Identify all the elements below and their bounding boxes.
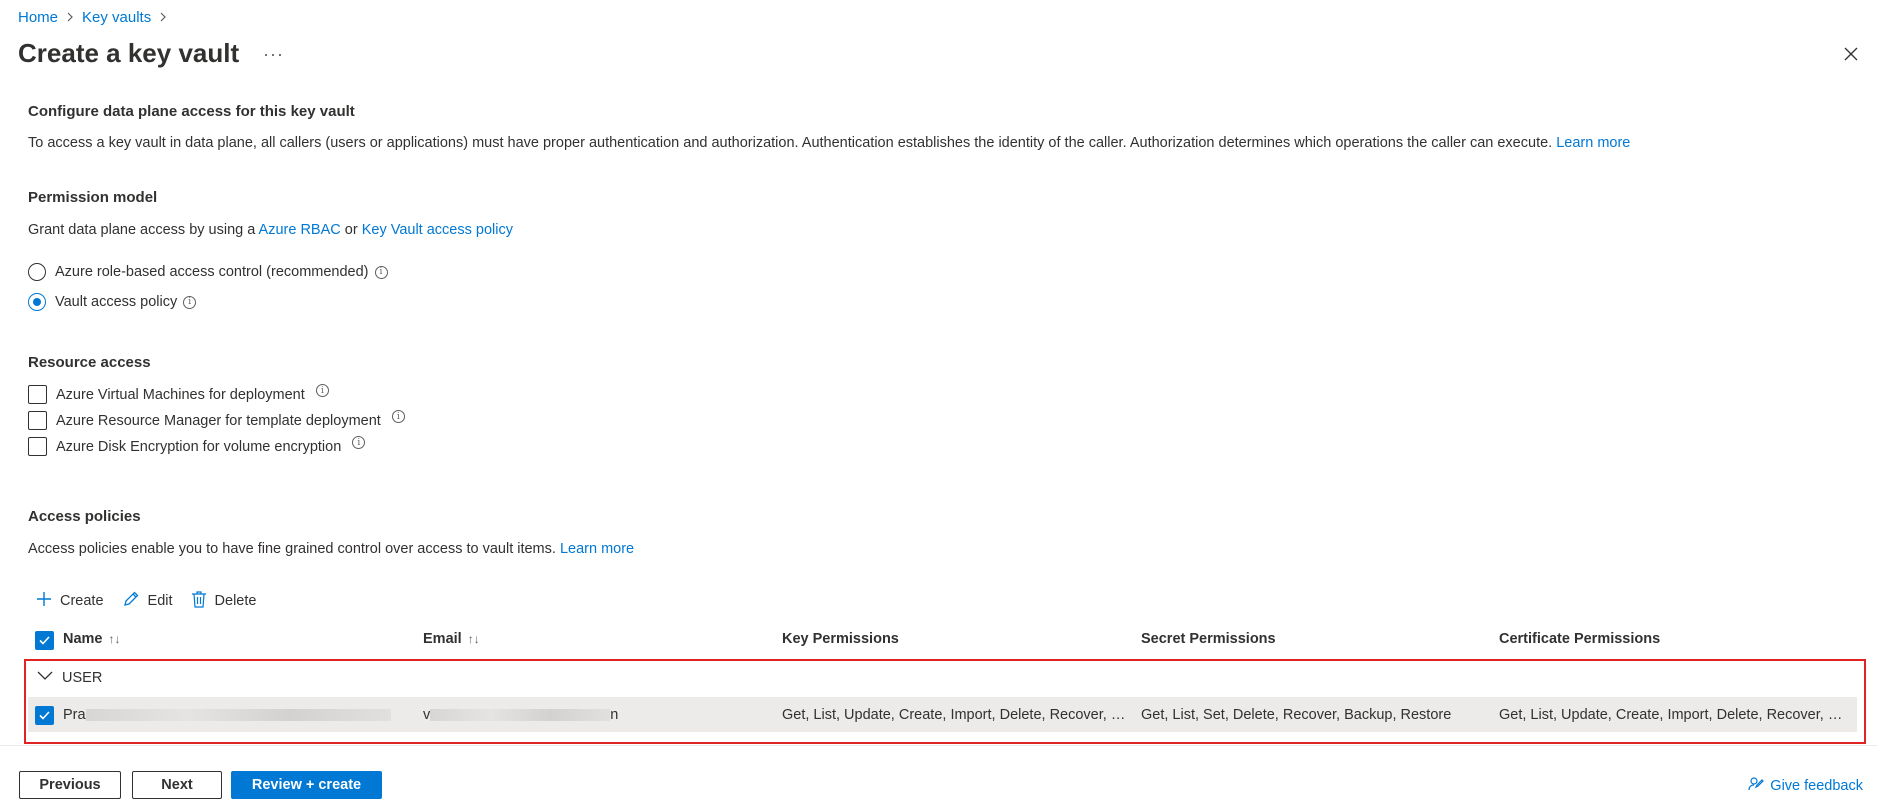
breadcrumb-home[interactable]: Home [18, 9, 58, 26]
feedback-icon [1748, 776, 1765, 796]
checkbox-disk-encryption[interactable]: Azure Disk Encryption for volume encrypt… [28, 436, 366, 456]
give-feedback-link[interactable]: Give feedback [1748, 776, 1863, 796]
close-icon[interactable] [1841, 44, 1861, 64]
column-header-email[interactable]: Email ↑↓ [423, 631, 480, 647]
give-feedback-label: Give feedback [1770, 778, 1863, 794]
delete-button-label: Delete [214, 593, 257, 609]
info-icon[interactable]: i [315, 384, 329, 397]
row-email-suffix: n [610, 707, 619, 723]
next-button[interactable]: Next [132, 771, 222, 799]
add-icon [36, 591, 52, 611]
row-certificate-permissions: Get, List, Update, Create, Import, Delet… [1499, 707, 1849, 723]
radio-vault-access-policy-label: Vault access policy [55, 294, 178, 310]
radio-rbac[interactable]: Azure role-based access control (recomme… [28, 263, 388, 281]
create-button[interactable]: Create [36, 590, 104, 612]
edit-button-label: Edit [147, 593, 173, 609]
edit-button[interactable]: Edit [122, 590, 173, 612]
access-policies-learn-more-link[interactable]: Learn more [560, 541, 634, 557]
radio-button[interactable] [28, 263, 46, 281]
row-checkbox[interactable] [35, 706, 54, 725]
radio-vault-access-policy[interactable]: Vault access policy i [28, 293, 197, 311]
row-email-cell: vn [423, 707, 763, 723]
breadcrumb: Home Key vaults [18, 9, 167, 26]
access-policies-description-text: Access policies enable you to have fine … [28, 541, 556, 557]
more-options-icon[interactable]: ··· [263, 44, 284, 65]
checkbox-resource-manager-label: Azure Resource Manager for template depl… [56, 412, 381, 429]
row-secret-permissions: Get, List, Set, Delete, Recover, Backup,… [1141, 707, 1452, 723]
info-icon[interactable]: i [352, 436, 366, 449]
row-name-cell: Pra [63, 707, 403, 723]
footer-divider [0, 745, 1877, 746]
checkbox-checked[interactable] [35, 706, 54, 725]
column-header-email-label: Email [423, 631, 462, 647]
edit-icon [122, 590, 140, 612]
delete-icon [191, 590, 207, 612]
delete-button[interactable]: Delete [191, 590, 257, 612]
chevron-down-icon[interactable] [36, 670, 54, 686]
create-button-label: Create [60, 593, 104, 609]
checkbox[interactable] [28, 385, 47, 404]
select-all-checkbox[interactable] [35, 631, 54, 650]
resource-access-heading: Resource access [28, 354, 151, 371]
breadcrumb-key-vaults[interactable]: Key vaults [82, 9, 151, 26]
data-plane-description: To access a key vault in data plane, all… [28, 135, 1630, 151]
checkbox-disk-encryption-label: Azure Disk Encryption for volume encrypt… [56, 438, 342, 455]
sort-icon[interactable]: ↑↓ [468, 632, 480, 646]
key-vault-access-policy-link[interactable]: Key Vault access policy [362, 222, 513, 238]
access-policies-toolbar: Create Edit Delete [36, 590, 256, 612]
azure-rbac-link[interactable]: Azure RBAC [259, 222, 341, 238]
checkbox[interactable] [28, 437, 47, 456]
radio-button-selected[interactable] [28, 293, 46, 311]
data-plane-description-text: To access a key vault in data plane, all… [28, 135, 1553, 151]
checkbox-virtual-machines-label: Azure Virtual Machines for deployment [56, 386, 305, 403]
permission-model-heading: Permission model [28, 189, 158, 206]
row-email-prefix: v [423, 707, 431, 723]
access-policies-heading: Access policies [28, 508, 141, 525]
chevron-right-icon [159, 10, 167, 25]
column-header-secret-permissions: Secret Permissions [1141, 631, 1276, 647]
group-label: USER [62, 670, 103, 686]
data-plane-heading: Configure data plane access for this key… [28, 103, 355, 120]
or-text: or [344, 222, 358, 238]
redacted-name [85, 709, 391, 722]
info-icon[interactable]: i [374, 265, 388, 279]
radio-rbac-label: Azure role-based access control (recomme… [55, 264, 369, 280]
row-key-permissions: Get, List, Update, Create, Import, Delet… [782, 707, 1132, 723]
column-header-name[interactable]: Name ↑↓ [63, 631, 121, 647]
data-plane-learn-more-link[interactable]: Learn more [1556, 135, 1630, 151]
checkbox-virtual-machines[interactable]: Azure Virtual Machines for deployment i [28, 384, 329, 404]
column-header-name-label: Name [63, 631, 103, 647]
column-header-key-permissions: Key Permissions [782, 631, 899, 647]
info-icon[interactable]: i [391, 410, 405, 423]
info-icon[interactable]: i [183, 295, 197, 309]
redacted-email [430, 709, 611, 722]
column-header-certificate-permissions: Certificate Permissions [1499, 631, 1661, 647]
page-title: Create a key vault [18, 38, 240, 68]
permission-model-description: Grant data plane access by using a Azure… [28, 222, 513, 238]
row-name-text: Pra [63, 707, 86, 723]
group-header-user[interactable]: USER [36, 670, 102, 686]
access-policies-description: Access policies enable you to have fine … [28, 541, 634, 557]
grant-prefix-text: Grant data plane access by using a [28, 222, 256, 238]
checkbox-checked[interactable] [35, 631, 54, 650]
checkbox-resource-manager[interactable]: Azure Resource Manager for template depl… [28, 410, 405, 430]
sort-icon[interactable]: ↑↓ [109, 632, 121, 646]
checkbox[interactable] [28, 411, 47, 430]
previous-button[interactable]: Previous [19, 771, 121, 799]
chevron-right-icon [66, 10, 74, 25]
review-create-button[interactable]: Review + create [231, 771, 382, 799]
